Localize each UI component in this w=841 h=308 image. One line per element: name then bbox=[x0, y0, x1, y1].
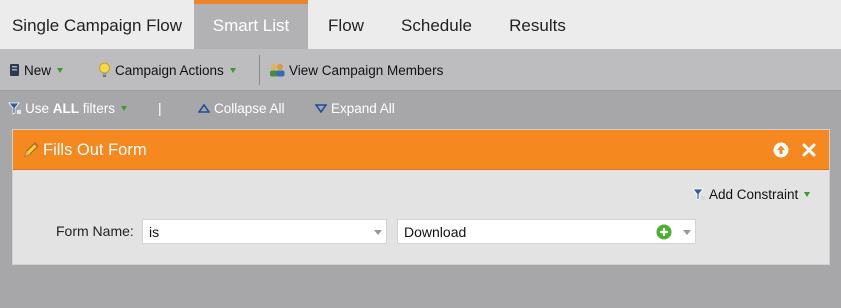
collapse-triangle-icon bbox=[198, 104, 210, 113]
pencil-icon bbox=[23, 141, 40, 158]
filters-label: filters bbox=[82, 101, 116, 116]
filter-panel-header[interactable]: Fills Out Form bbox=[13, 130, 829, 170]
tab-flow[interactable]: Flow bbox=[308, 0, 384, 49]
filter-panel: Fills Out Form Add Constraint Form Name:… bbox=[12, 129, 830, 265]
add-icon[interactable] bbox=[656, 224, 672, 240]
campaign-actions-button[interactable]: Campaign Actions bbox=[98, 61, 236, 79]
form-name-label: Form Name: bbox=[56, 223, 134, 239]
collapse-all-label: Collapse All bbox=[214, 101, 285, 116]
form-name-value: Download bbox=[404, 224, 467, 240]
tab-single-campaign-flow[interactable]: Single Campaign Flow bbox=[0, 0, 194, 49]
filter-funnel-icon bbox=[692, 187, 706, 202]
filter-controls-bar: Use ALL filters | Collapse All Expand Al… bbox=[0, 92, 841, 126]
use-label: Use bbox=[25, 101, 50, 116]
use-all-dropdown-caret bbox=[121, 106, 128, 111]
new-button[interactable]: New bbox=[9, 61, 64, 79]
add-constraint-dropdown-caret bbox=[804, 192, 811, 197]
tab-smart-list[interactable]: Smart List bbox=[194, 0, 308, 49]
move-up-button[interactable] bbox=[773, 142, 789, 158]
operator-select[interactable]: is bbox=[142, 219, 387, 244]
operator-value: is bbox=[149, 224, 160, 240]
filter-title: Fills Out Form bbox=[43, 141, 147, 159]
chevron-down-icon bbox=[683, 230, 691, 235]
all-label: ALL bbox=[52, 101, 80, 116]
close-icon bbox=[801, 142, 817, 158]
add-constraint-button[interactable]: Add Constraint bbox=[692, 187, 811, 202]
expand-triangle-icon bbox=[315, 104, 327, 113]
form-name-select[interactable]: Download bbox=[397, 219, 696, 244]
toolbar-divider bbox=[259, 55, 260, 85]
campaign-actions-dropdown-caret bbox=[229, 67, 236, 73]
campaign-actions-label: Campaign Actions bbox=[115, 62, 224, 78]
tab-bar: Single Campaign Flow Smart List Flow Sch… bbox=[0, 0, 841, 49]
view-campaign-members-label: View Campaign Members bbox=[289, 62, 444, 78]
campaign-members-icon bbox=[268, 62, 286, 78]
filter-bar-separator: | bbox=[158, 100, 162, 116]
filter-funnel-icon bbox=[8, 101, 22, 116]
tab-results[interactable]: Results bbox=[489, 0, 586, 49]
expand-all-label: Expand All bbox=[331, 101, 395, 116]
use-all-filters-dropdown[interactable]: Use ALL filters bbox=[8, 101, 128, 116]
close-filter-button[interactable] bbox=[801, 142, 817, 158]
expand-all-button[interactable]: Expand All bbox=[315, 101, 395, 116]
toolbar: New Campaign Actions View Campaign Membe… bbox=[0, 49, 841, 91]
tab-schedule[interactable]: Schedule bbox=[384, 0, 489, 49]
lightbulb-icon bbox=[98, 62, 111, 78]
collapse-all-button[interactable]: Collapse All bbox=[198, 101, 285, 116]
new-label: New bbox=[24, 62, 52, 78]
chevron-down-icon bbox=[374, 230, 382, 235]
view-campaign-members-button[interactable]: View Campaign Members bbox=[268, 61, 443, 79]
new-document-icon bbox=[9, 63, 20, 77]
new-dropdown-caret bbox=[57, 67, 64, 73]
move-up-icon bbox=[773, 142, 789, 158]
add-constraint-label: Add Constraint bbox=[709, 187, 799, 202]
